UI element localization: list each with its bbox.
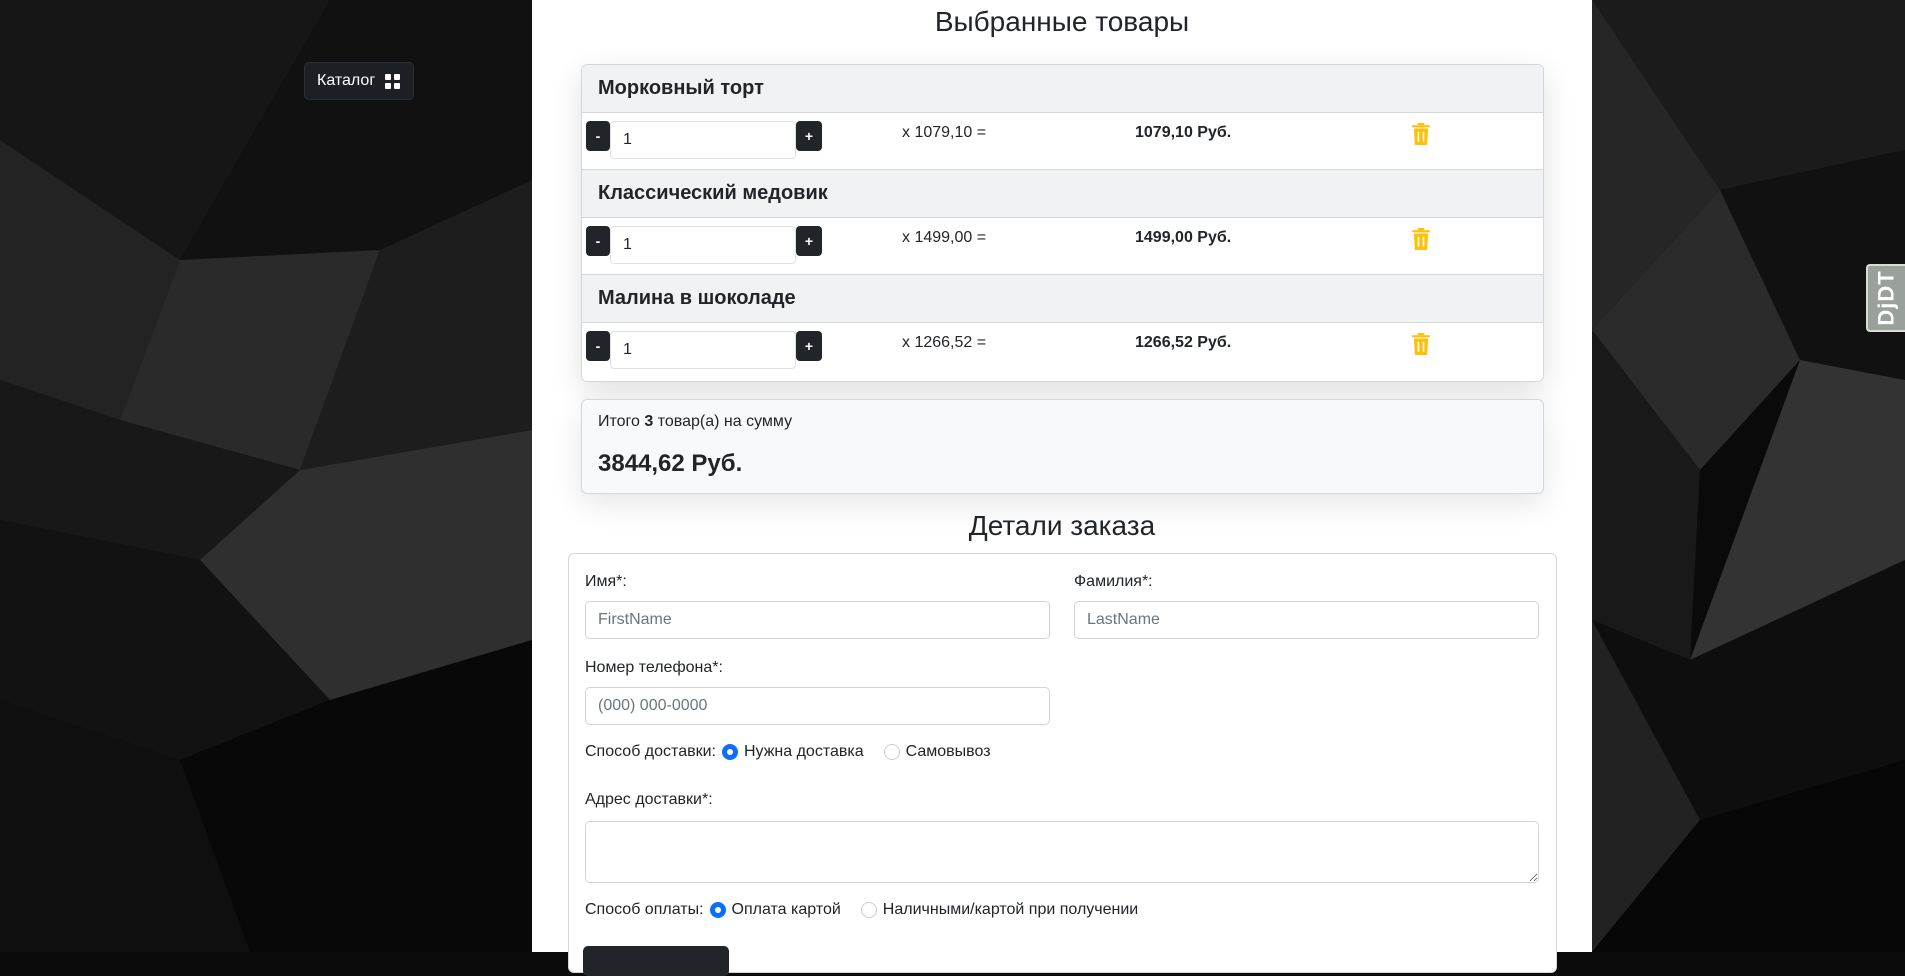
cash-radio[interactable] xyxy=(860,902,877,918)
qty-input[interactable] xyxy=(610,121,796,159)
cart-item-name: Малина в шоколаде xyxy=(582,275,1543,323)
increase-qty-button[interactable]: + xyxy=(796,121,822,151)
debug-toolbar-handle[interactable]: DjDT xyxy=(1866,264,1905,332)
increase-qty-button[interactable]: + xyxy=(796,331,822,361)
delivery-label: Способ доставки: xyxy=(585,743,716,760)
line-total: 1266,52 Руб. xyxy=(1135,334,1232,351)
payment-label: Способ оплаты: xyxy=(585,901,704,918)
pickup-option-label[interactable]: Самовывоз xyxy=(906,743,991,761)
unit-price: x 1266,52 = xyxy=(902,334,987,351)
unit-price: x 1079,10 = xyxy=(902,124,987,141)
decrease-qty-button[interactable]: - xyxy=(586,226,610,256)
order-title: Детали заказа xyxy=(968,510,1156,541)
catalog-label: Каталог xyxy=(317,72,376,89)
decrease-qty-button[interactable]: - xyxy=(586,121,610,151)
first-name-field[interactable] xyxy=(585,601,1050,639)
address-label: Адрес доставки*: xyxy=(585,791,713,808)
cart-item-row: - + x 1499,00 = 1499,00 Руб. xyxy=(582,218,1543,275)
item-count: 3 xyxy=(644,413,654,430)
increase-qty-button[interactable]: + xyxy=(796,226,822,256)
cart-summary: Итого 3 товар(а) на сумму 3844,62 Руб. xyxy=(581,399,1544,494)
delivery-method: Способ доставки: Нужна доставка Самовыво… xyxy=(585,743,991,761)
trash-icon[interactable] xyxy=(1412,123,1430,145)
line-total: 1079,10 Руб. xyxy=(1135,124,1232,141)
last-name-field[interactable] xyxy=(1074,601,1539,639)
address-field[interactable] xyxy=(585,821,1539,883)
cart-title: Выбранные товары xyxy=(934,6,1190,37)
card-radio-selected[interactable] xyxy=(709,902,726,918)
main-content: Выбранные товары Морковный торт - + x 10… xyxy=(532,0,1592,976)
summary-prefix: Итого xyxy=(598,413,640,430)
submit-button[interactable] xyxy=(583,946,729,976)
grid-icon xyxy=(385,73,401,89)
trash-icon[interactable] xyxy=(1412,228,1430,250)
debug-toolbar-label: DjDT xyxy=(1873,270,1899,326)
payment-method: Способ оплаты: Оплата картой Наличными/к… xyxy=(585,901,1138,919)
first-name-label: Имя*: xyxy=(585,573,627,590)
cart-item-name: Морковный торт xyxy=(582,65,1543,113)
order-form: Имя*: Фамилия*: Номер телефона*: Способ … xyxy=(568,553,1557,976)
catalog-button[interactable]: Каталог xyxy=(304,62,414,100)
unit-price: x 1499,00 = xyxy=(902,229,987,246)
qty-input[interactable] xyxy=(610,226,796,264)
total-sum: 3844,62 Руб. xyxy=(598,450,743,477)
line-total: 1499,00 Руб. xyxy=(1135,229,1232,246)
phone-label: Номер телефона*: xyxy=(585,659,723,676)
last-name-label: Фамилия*: xyxy=(1074,573,1153,590)
cash-option-label[interactable]: Наличными/картой при получении xyxy=(883,901,1138,919)
cart-item-name: Классический медовик xyxy=(582,170,1543,218)
summary-text: Итого 3 товар(а) на сумму xyxy=(598,413,792,431)
decrease-qty-button[interactable]: - xyxy=(586,331,610,361)
cart-item-row: - + x 1266,52 = 1266,52 Руб. xyxy=(582,323,1543,380)
trash-icon[interactable] xyxy=(1412,333,1430,355)
qty-input[interactable] xyxy=(610,331,796,369)
delivery-option-label[interactable]: Нужна доставка xyxy=(744,743,864,761)
cart-list: Морковный торт - + x 1079,10 = 1079,10 Р… xyxy=(581,64,1544,382)
pickup-radio[interactable] xyxy=(883,744,900,760)
delivery-radio-selected[interactable] xyxy=(721,744,738,760)
phone-field[interactable] xyxy=(585,687,1050,725)
card-option-label[interactable]: Оплата картой xyxy=(732,901,841,919)
summary-suffix: товар(а) на сумму xyxy=(657,413,793,430)
cart-item-row: - + x 1079,10 = 1079,10 Руб. xyxy=(582,113,1543,170)
